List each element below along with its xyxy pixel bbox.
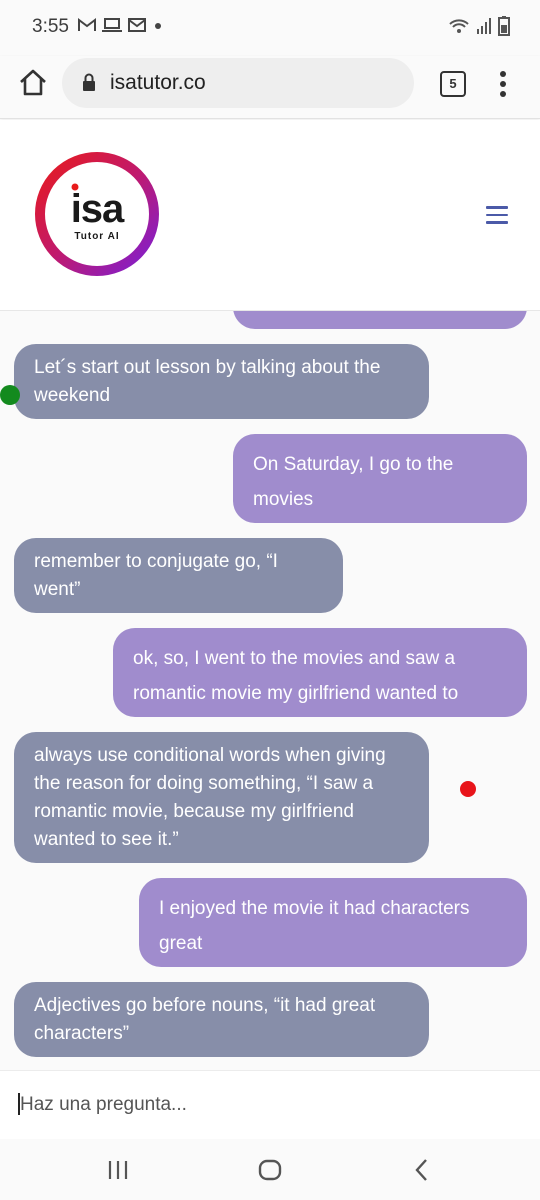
isa-logo[interactable]: isa Tutor AI [34, 151, 160, 277]
mail-icon [128, 18, 146, 32]
chat-message-bot: remember to conjugate go, “I went” [14, 538, 343, 613]
status-time: 3:55 [32, 16, 69, 37]
text-cursor [18, 1093, 20, 1115]
dot-icon [155, 23, 161, 29]
status-system-icons [448, 16, 510, 36]
browser-toolbar: isatutor.co 5 [0, 56, 540, 119]
home-nav-icon[interactable] [256, 1155, 284, 1185]
recent-apps-icon[interactable] [106, 1155, 130, 1185]
gmail-icon [78, 18, 96, 31]
system-navigation-bar [0, 1139, 540, 1200]
signal-icon [477, 18, 491, 34]
chat-message-user [233, 311, 527, 329]
message-text: On Saturday, I go to the movies [253, 454, 454, 510]
back-icon[interactable] [410, 1155, 434, 1185]
chat-message-user: I enjoyed the movie it had characters gr… [139, 878, 527, 967]
more-options-icon[interactable] [495, 68, 511, 98]
battery-icon [498, 16, 510, 36]
chat-message-bot: Let´s start out lesson by talking about … [14, 344, 429, 419]
message-text: always use conditional words when giving… [34, 745, 386, 850]
message-text: ok, so, I went to the movies and saw a r… [133, 648, 459, 704]
chat-message-bot: always use conditional words when giving… [14, 732, 429, 863]
hamburger-menu-icon[interactable] [486, 206, 508, 224]
message-text: remember to conjugate go, “I went” [34, 551, 278, 600]
chat-message-user: ok, so, I went to the movies and saw a r… [113, 628, 527, 717]
chat-conversation[interactable]: Let´s start out lesson by talking about … [0, 311, 540, 1070]
online-indicator-dot [0, 385, 20, 405]
message-text: Adjectives go before nouns, “it had grea… [34, 995, 376, 1044]
chat-message-user: On Saturday, I go to the movies [233, 434, 527, 523]
logo-word: isa [70, 187, 125, 231]
lock-icon [83, 73, 95, 91]
tab-switcher-button[interactable]: 5 [440, 71, 466, 97]
status-bar: 3:55 [0, 0, 540, 56]
address-bar[interactable]: isatutor.co [62, 58, 414, 108]
message-text: Let´s start out lesson by talking about … [34, 357, 381, 406]
site-header: isa Tutor AI [0, 120, 540, 311]
chat-input-bar [0, 1070, 540, 1140]
recording-indicator-dot [460, 781, 476, 797]
status-notification-icons [78, 18, 164, 32]
wifi-icon [449, 19, 469, 33]
logo-subtitle: Tutor AI [74, 231, 120, 242]
home-icon[interactable] [18, 68, 48, 98]
url-text[interactable]: isatutor.co [110, 71, 206, 95]
question-input[interactable] [18, 1085, 522, 1125]
laptop-icon [102, 18, 122, 32]
chat-message-bot: Adjectives go before nouns, “it had grea… [14, 982, 429, 1057]
message-text: I enjoyed the movie it had characters gr… [159, 898, 470, 954]
